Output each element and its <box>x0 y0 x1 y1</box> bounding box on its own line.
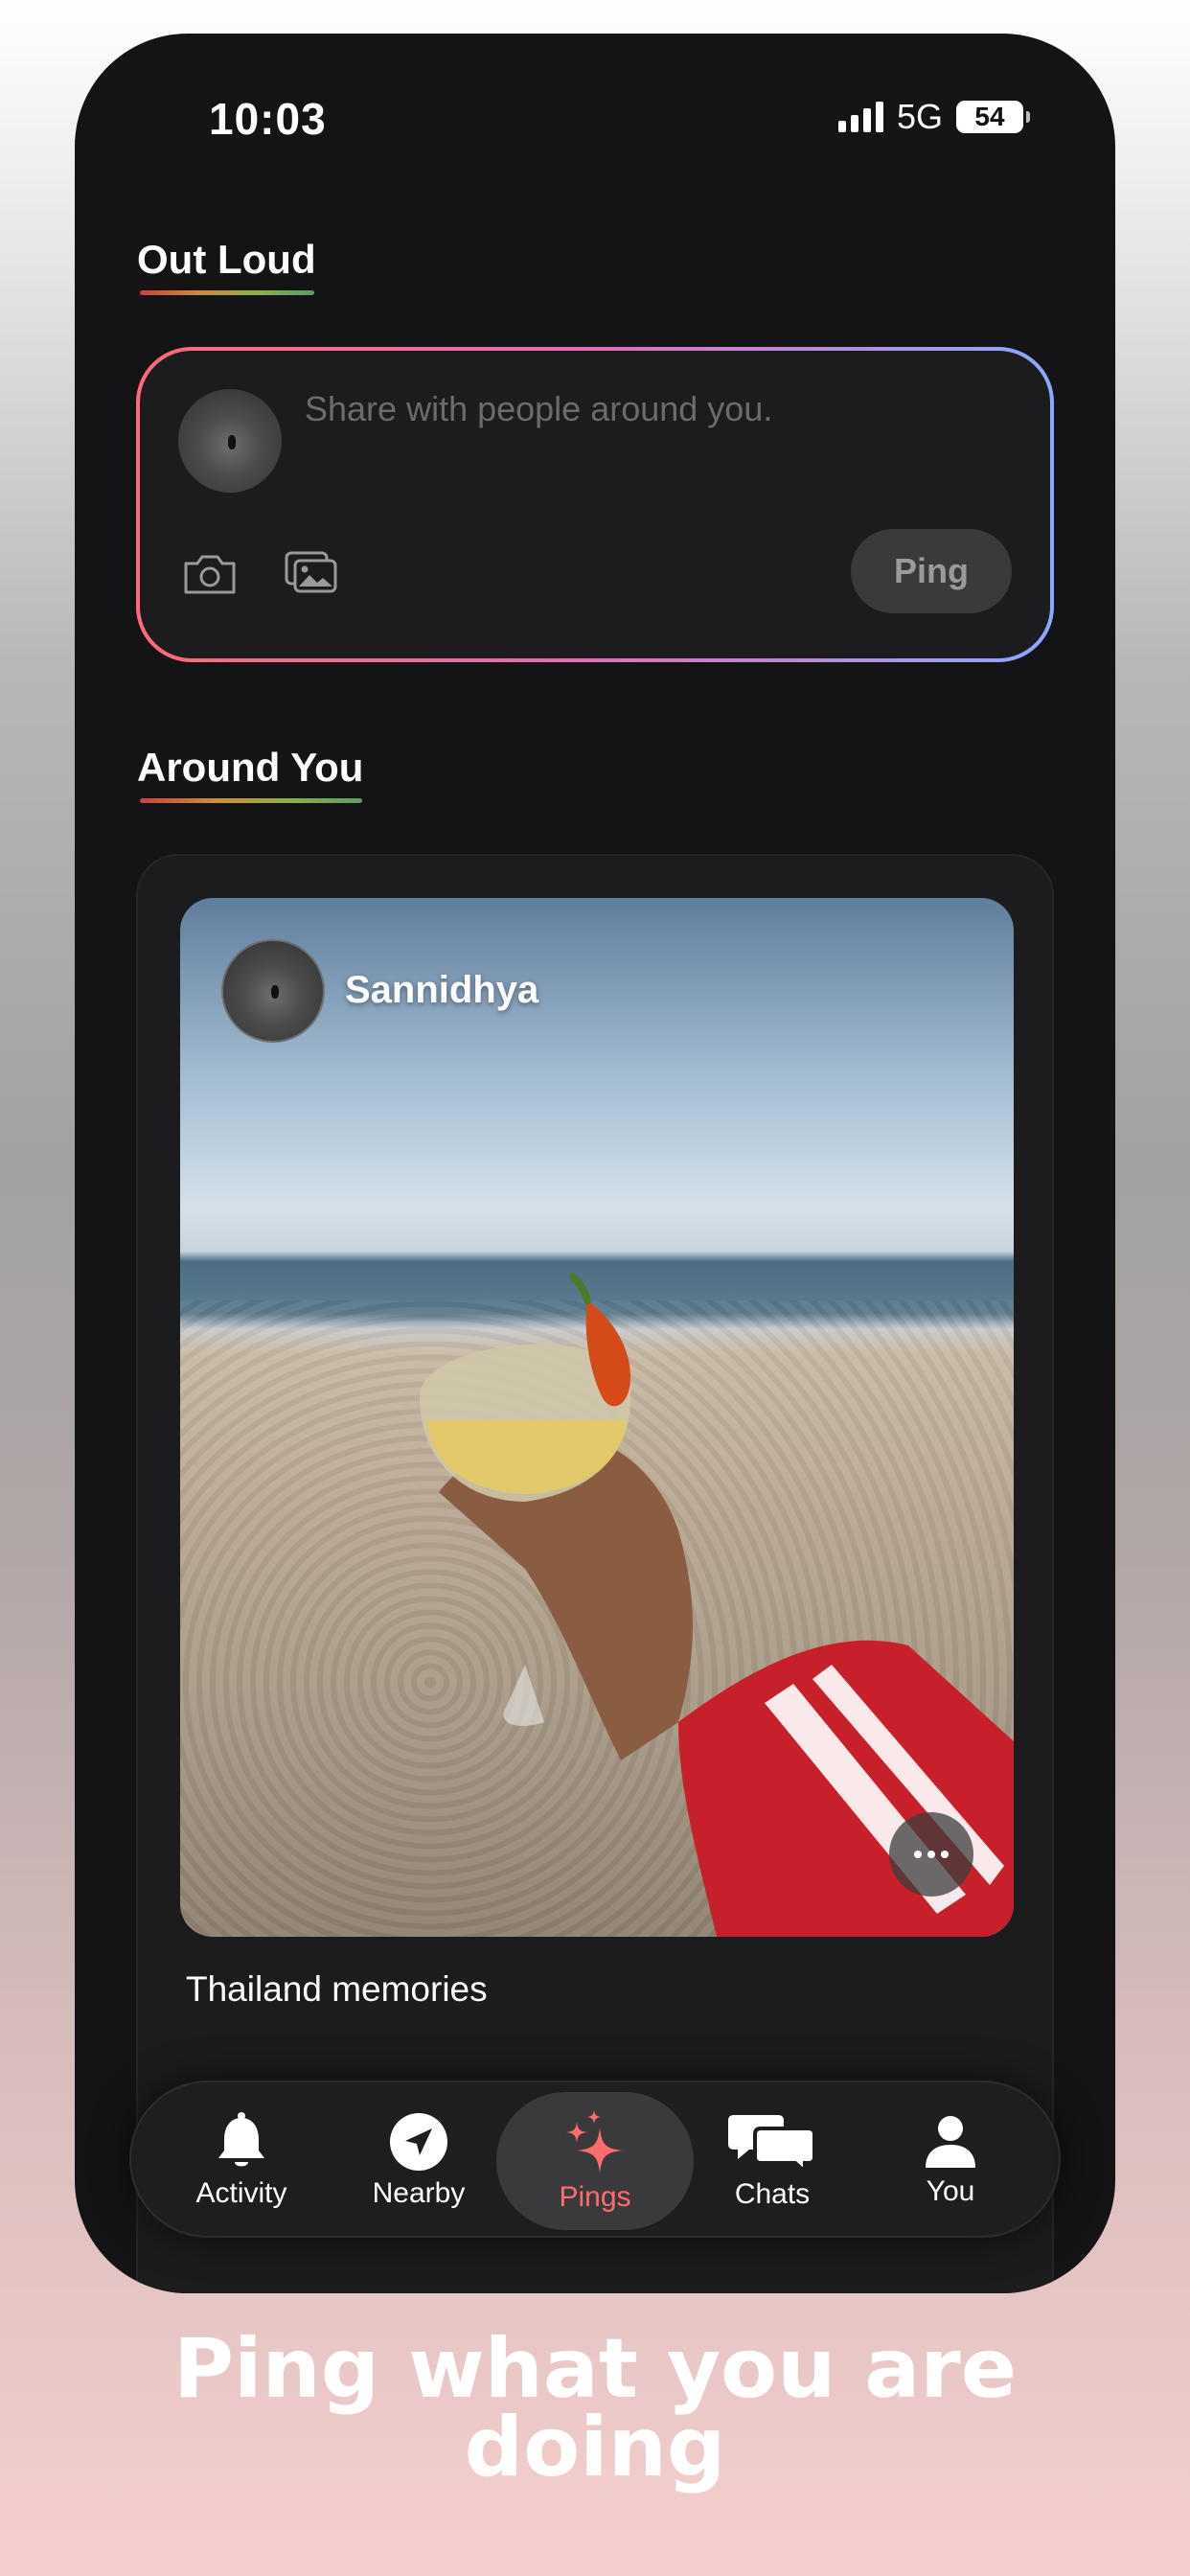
share-input[interactable]: Share with people around you. <box>305 389 772 429</box>
chat-bubbles-icon <box>728 2115 816 2173</box>
tab-activity-label: Activity <box>195 2177 287 2209</box>
tagline-line-1: Ping what you are <box>172 2321 1018 2417</box>
ping-button[interactable]: Ping <box>851 529 1012 613</box>
tab-bar: Activity Nearby Pings Chats You <box>129 2081 1061 2238</box>
tab-you[interactable]: You <box>859 2082 1041 2240</box>
tab-chats[interactable]: Chats <box>681 2082 863 2240</box>
signal-icon <box>837 102 883 132</box>
battery-level: 54 <box>974 102 1005 131</box>
post-author-avatar[interactable] <box>221 939 325 1043</box>
drink-hand-illustration <box>420 1273 1014 1937</box>
tab-pings-label: Pings <box>559 2181 631 2213</box>
phone-screen: 10:03 5G 54 Out Loud Share with people a… <box>75 34 1115 2293</box>
tab-chats-label: Chats <box>734 2178 811 2210</box>
sparkle-icon <box>566 2110 623 2174</box>
tab-pings[interactable]: Pings <box>496 2092 694 2230</box>
status-time: 10:03 <box>209 94 327 144</box>
person-icon <box>926 2116 975 2168</box>
around-you-title: Around You <box>137 745 364 790</box>
post-author-name[interactable]: Sannidhya <box>345 969 538 1012</box>
avatar[interactable] <box>178 389 282 493</box>
around-you-underline <box>140 798 362 803</box>
tab-nearby-label: Nearby <box>372 2177 466 2209</box>
camera-icon[interactable] <box>182 552 238 596</box>
post-caption: Thailand memories <box>186 1969 488 2009</box>
out-loud-title: Out Loud <box>137 237 316 282</box>
more-dots-icon <box>914 1851 922 1858</box>
tab-activity[interactable]: Activity <box>150 2082 332 2240</box>
tagline-line-2: doing <box>464 2400 726 2496</box>
tab-you-label: You <box>926 2175 975 2207</box>
post-photo[interactable]: Sannidhya <box>180 898 1014 1937</box>
post-card[interactable]: Sannidhya Thailand memories <box>136 854 1054 2293</box>
navigation-arrow-icon <box>390 2113 447 2171</box>
bell-icon <box>218 2112 264 2167</box>
gallery-icon[interactable] <box>284 550 339 594</box>
network-type: 5G <box>896 97 943 136</box>
composer-card: Share with people around you. Ping <box>136 347 1054 662</box>
battery-icon: 54 <box>956 101 1030 133</box>
more-options-button[interactable] <box>889 1812 973 1897</box>
out-loud-underline <box>140 290 314 295</box>
tab-nearby[interactable]: Nearby <box>328 2082 510 2240</box>
status-indicators: 5G 54 <box>837 97 1030 137</box>
